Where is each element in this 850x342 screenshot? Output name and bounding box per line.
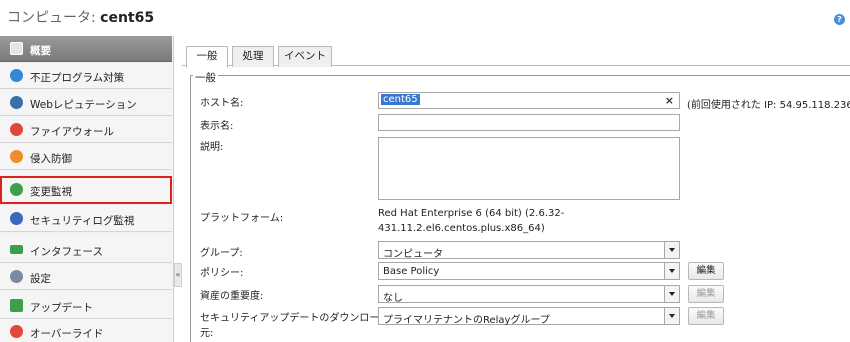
description-label: 説明: (200, 142, 224, 153)
sidebar-item-firewall[interactable]: ファイアウォール (0, 117, 172, 143)
update-source-select[interactable]: プライマリテナントのRelayグループ (378, 307, 680, 326)
sidebar-item-anti-malware[interactable]: 不正プログラム対策 (0, 63, 172, 89)
sidebar: 概要 不正プログラム対策 Webレピュテーション ファイアウォール 侵入防御 変… (0, 36, 174, 342)
tab-bar: 一般 処理 イベント (182, 42, 850, 68)
chevron-down-icon (664, 308, 679, 324)
sidebar-item-log-inspection[interactable]: セキュリティログ監視 (0, 206, 172, 232)
tab-events[interactable]: イベント (278, 46, 332, 67)
intrusion-prevention-icon (10, 150, 23, 163)
hostname-field[interactable]: cent65 × (378, 92, 680, 109)
policy-select[interactable]: Base Policy (378, 262, 680, 280)
policy-label: ポリシー: (200, 268, 244, 279)
computer-name: cent65 (100, 10, 155, 26)
overrides-icon (10, 325, 23, 338)
anti-malware-icon (10, 69, 23, 82)
sidebar-item-overview[interactable]: 概要 (0, 36, 172, 62)
platform-value-line1: Red Hat Enterprise 6 (64 bit) (2.6.32- (378, 208, 565, 219)
tab-actions[interactable]: 処理 (232, 46, 274, 67)
chevron-down-icon (664, 286, 679, 302)
sidebar-item-interfaces[interactable]: インタフェース (0, 237, 172, 263)
help-icon[interactable]: ? (834, 14, 845, 25)
fieldset-legend: 一般 (193, 70, 218, 85)
last-ip-note: (前回使用された IP: 54.95.118.236) (687, 100, 850, 111)
update-source-value: プライマリテナントのRelayグループ (383, 315, 550, 326)
overview-icon (10, 42, 23, 55)
group-select[interactable]: コンピュータ (378, 241, 680, 260)
sidebar-item-integrity-monitoring[interactable]: 変更監視 (0, 176, 172, 204)
platform-label: プラットフォーム: (200, 213, 284, 224)
group-label: グループ: (200, 248, 243, 259)
update-source-label: セキュリティアップデートのダウンロード (200, 313, 390, 324)
chevron-down-icon (664, 242, 679, 258)
settings-icon (10, 270, 23, 283)
hostname-label: ホスト名: (200, 98, 244, 109)
updates-icon (10, 299, 23, 312)
description-field[interactable] (378, 137, 680, 200)
sidebar-item-updates[interactable]: アップデート (0, 293, 172, 319)
sidebar-item-web-reputation[interactable]: Webレピュテーション (0, 90, 172, 116)
platform-value-line2: 431.11.2.el6.centos.plus.x86_64) (378, 223, 545, 234)
web-reputation-icon (10, 96, 23, 109)
asset-edit-button[interactable]: 編集 (688, 285, 724, 303)
hostname-value: cent65 (381, 94, 420, 105)
asset-importance-select[interactable]: なし (378, 285, 680, 304)
page-title: コンピュータ: cent65 (7, 10, 155, 26)
policy-edit-button[interactable]: 編集 (688, 262, 724, 280)
update-source-label-cont: 元: (200, 328, 214, 339)
display-name-label: 表示名: (200, 121, 234, 132)
asset-importance-value: なし (383, 293, 403, 304)
sidebar-item-overrides[interactable]: オーバーライド (0, 319, 172, 342)
asset-importance-label: 資産の重要度: (200, 291, 264, 302)
sidebar-item-settings[interactable]: 設定 (0, 264, 172, 290)
chevron-down-icon (664, 263, 679, 279)
log-inspection-icon (10, 212, 23, 225)
tab-general[interactable]: 一般 (186, 46, 228, 68)
firewall-icon (10, 123, 23, 136)
policy-value: Base Policy (383, 266, 440, 277)
clear-icon[interactable]: × (665, 94, 674, 107)
page-header: コンピュータ: cent65 ? (0, 0, 850, 32)
update-source-edit-button[interactable]: 編集 (688, 307, 724, 325)
collapse-sidebar-button[interactable]: « (174, 263, 182, 287)
display-name-field[interactable] (378, 114, 680, 131)
interfaces-icon (10, 245, 23, 254)
integrity-monitoring-icon (10, 183, 23, 196)
sidebar-item-intrusion-prevention[interactable]: 侵入防御 (0, 144, 172, 170)
group-value: コンピュータ (383, 249, 443, 260)
